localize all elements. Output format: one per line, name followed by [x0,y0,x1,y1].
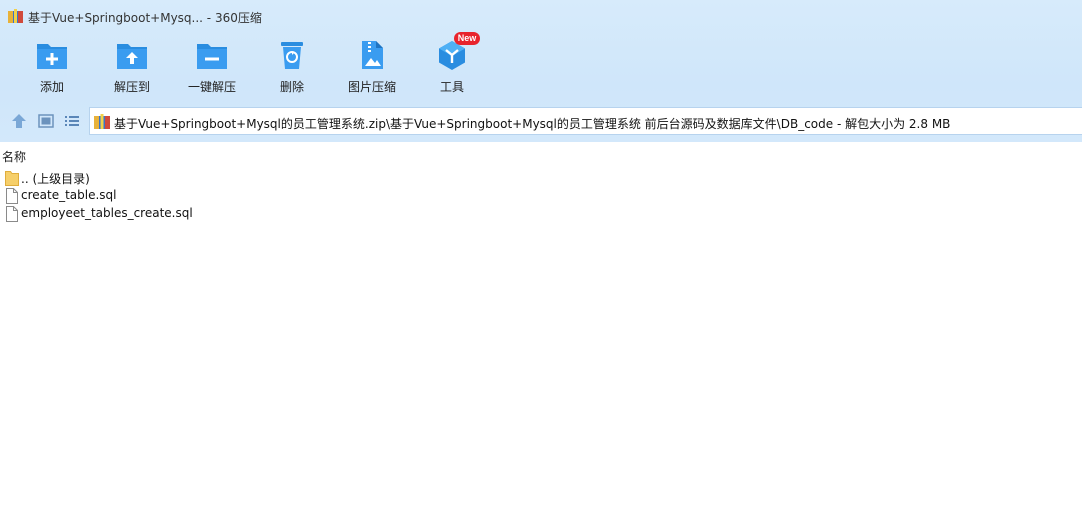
delete-button[interactable]: 删除 [252,34,332,98]
tools-button[interactable]: 工具 [412,34,492,98]
folder-icon [5,171,19,186]
image-compress-button[interactable]: 图片压缩 [332,34,412,98]
extract-to-icon [117,44,147,69]
title-bar: 基于Vue+Springboot+Mysq... - 360压缩 [0,0,1082,32]
image-compress-label: 图片压缩 [347,80,396,94]
file-name: .. (上级目录) [21,172,90,186]
address-path: 基于Vue+Springboot+Mysql的员工管理系统.zip\基于Vue+… [114,117,951,131]
list-view-icon[interactable] [63,112,81,130]
address-bar[interactable]: 基于Vue+Springboot+Mysql的员工管理系统.zip\基于Vue+… [89,107,1082,135]
list-item[interactable]: create_table.sql [0,186,1082,204]
file-list-header: 名称 [0,146,1082,166]
file-list: .. (上级目录) create_table.sql employeet_tab… [0,168,1082,222]
tools-label: 工具 [439,80,464,94]
app-archive-icon [8,9,23,23]
toolbar: 添加 解压到 一键解压 删除 图片压缩 工具 New [0,32,1082,98]
up-arrow-icon[interactable] [10,112,28,130]
file-name: create_table.sql [21,188,117,202]
list-item[interactable]: employeet_tables_create.sql [0,204,1082,222]
list-item[interactable]: .. (上级目录) [0,168,1082,186]
one-click-extract-label: 一键解压 [187,80,236,94]
column-name-header[interactable]: 名称 [2,148,26,165]
add-label: 添加 [39,80,64,94]
one-click-extract-icon [197,44,227,69]
image-compress-icon [362,41,383,69]
file-icon [6,206,18,222]
address-row: 基于Vue+Springboot+Mysql的员工管理系统.zip\基于Vue+… [0,106,1082,136]
file-icon [6,188,18,204]
add-folder-icon [37,44,67,69]
new-badge: New [454,32,480,45]
extract-to-label: 解压到 [113,80,150,94]
thumbnail-view-icon[interactable] [37,112,55,130]
one-click-extract-button[interactable]: 一键解压 [172,34,252,98]
delete-trash-icon [281,42,303,69]
archive-icon [94,114,110,129]
window-chrome: 基于Vue+Springboot+Mysq... - 360压缩 添加 解压到 [0,0,1082,142]
add-button[interactable]: 添加 [12,34,92,98]
window-title: 基于Vue+Springboot+Mysq... - 360压缩 [28,11,262,25]
extract-to-button[interactable]: 解压到 [92,34,172,98]
file-name: employeet_tables_create.sql [21,206,193,220]
delete-label: 删除 [279,80,304,94]
